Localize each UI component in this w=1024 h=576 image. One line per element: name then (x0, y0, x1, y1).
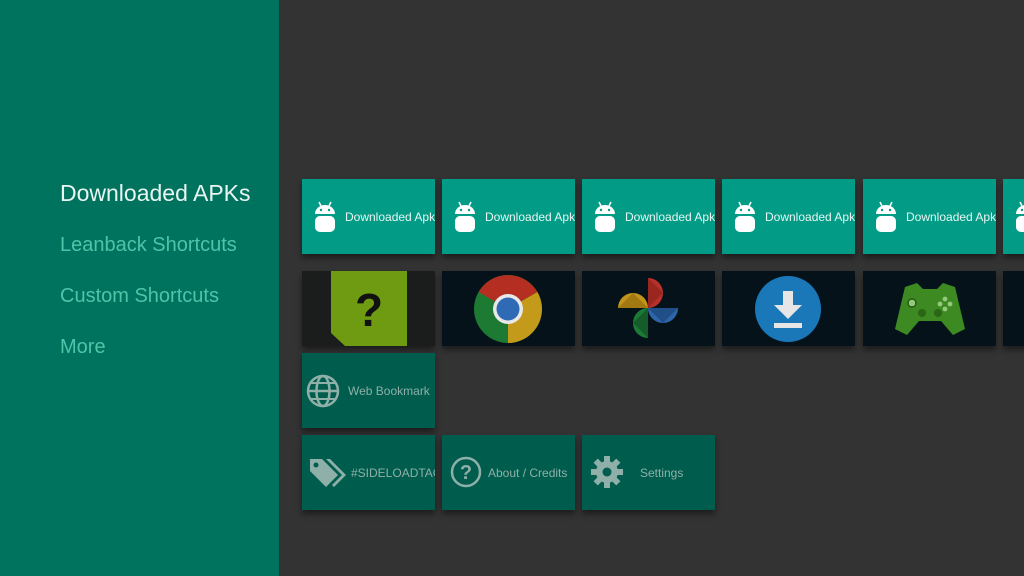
help-circle-icon: ? (450, 456, 482, 488)
nav-downloaded-apks[interactable]: Downloaded APKs (60, 180, 251, 207)
web-bookmark-card[interactable]: Web Bookmark (302, 353, 435, 428)
globe-icon (306, 374, 340, 408)
leanback-card-chrome[interactable] (442, 271, 575, 346)
android-robot-icon (455, 201, 475, 232)
apk-card[interactable]: Downloaded Apk (582, 179, 715, 254)
apk-card[interactable]: Downloaded Apk (302, 179, 435, 254)
apk-label: Downloaded Apk (485, 210, 575, 224)
leanback-card-gamepad[interactable] (863, 271, 996, 346)
gear-icon (591, 456, 623, 488)
android-robot-icon (595, 201, 615, 232)
sidebar: Downloaded APKs Leanback Shortcuts Custo… (0, 0, 279, 576)
sideloadtags-card[interactable]: #SIDELOADTAGS (302, 435, 435, 510)
web-bookmark-label: Web Bookmark (348, 384, 430, 398)
apk-card[interactable]: Downloaded Apk (442, 179, 575, 254)
settings-card[interactable]: Settings (582, 435, 715, 510)
svg-text:?: ? (355, 284, 383, 336)
help-tag-icon: ? (331, 271, 407, 346)
leanback-card-partial[interactable] (1003, 271, 1024, 346)
sideloadtags-label: #SIDELOADTAGS (351, 466, 435, 480)
about-credits-card[interactable]: ? About / Credits (442, 435, 575, 510)
android-robot-icon (315, 201, 335, 232)
android-robot-icon (1016, 201, 1024, 232)
settings-label: Settings (640, 466, 684, 480)
apk-label: Downloaded Apk (345, 210, 435, 224)
tags-icon (310, 459, 346, 487)
apk-label: Downloaded Apk (625, 210, 715, 224)
svg-text:?: ? (460, 462, 472, 484)
android-robot-icon (876, 201, 896, 232)
apk-label: Downloaded Apk (906, 210, 996, 224)
android-robot-icon (735, 201, 755, 232)
apk-label: Downloaded Apk (765, 210, 855, 224)
leanback-card-pinwheel[interactable] (582, 271, 715, 346)
apk-card[interactable] (1003, 179, 1024, 254)
download-icon (755, 276, 821, 342)
chrome-icon (474, 275, 542, 343)
apk-card[interactable]: Downloaded Apk (863, 179, 996, 254)
nav-leanback-shortcuts[interactable]: Leanback Shortcuts (60, 234, 237, 257)
nav-custom-shortcuts[interactable]: Custom Shortcuts (60, 285, 219, 308)
apk-card[interactable]: Downloaded Apk (722, 179, 855, 254)
nav-more[interactable]: More (60, 336, 106, 359)
leanback-card-help[interactable]: ? (302, 271, 435, 346)
gamepad-icon (895, 283, 965, 335)
leanback-card-download[interactable] (722, 271, 855, 346)
pinwheel-icon (618, 278, 678, 338)
content-grid: Downloaded Apk Downloaded Apk Downloaded… (279, 0, 1024, 576)
about-credits-label: About / Credits (488, 466, 568, 480)
